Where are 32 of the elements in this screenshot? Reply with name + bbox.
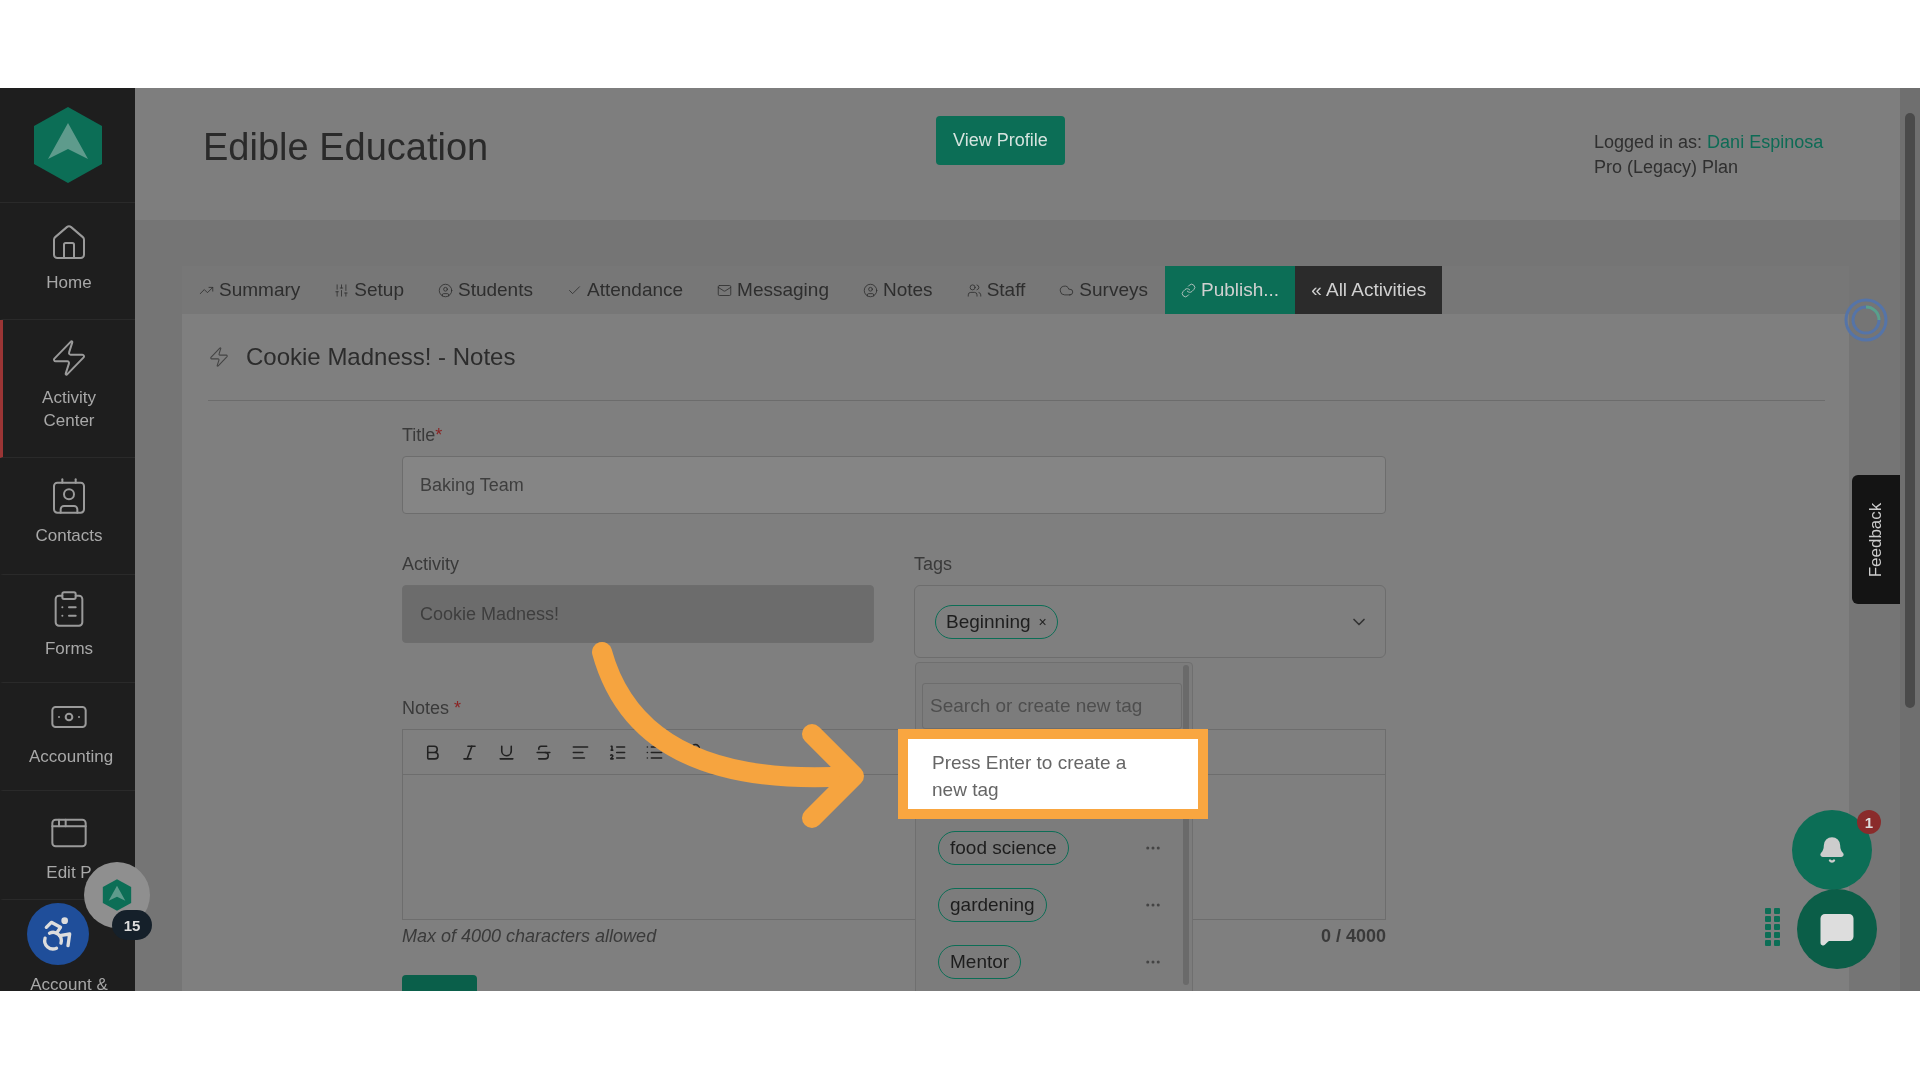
login-info: Logged in as: Dani Espinosa Pro (Legacy) Plan (1594, 131, 1825, 179)
title-field[interactable]: Baking Team (402, 456, 1386, 514)
tab[interactable]: Publish... (1165, 266, 1296, 314)
sidebar-item[interactable]: Activity Center (0, 320, 135, 458)
field-label: Tags (914, 554, 953, 575)
tag-option[interactable]: gardening (938, 887, 1047, 922)
field-label: Activity (402, 554, 459, 575)
tab[interactable]: Setup (317, 266, 421, 314)
sidebar-item[interactable]: Contacts (0, 458, 135, 575)
tab[interactable]: Staff (949, 266, 1043, 314)
sidebar-item[interactable]: Home (0, 203, 135, 320)
limit-text: Max of 4000 characters allowed (402, 926, 657, 947)
sidebar-item[interactable]: Forms (0, 575, 135, 683)
field-label: Title* (402, 425, 443, 446)
view-profile-button[interactable]: View Profile (936, 116, 1065, 165)
sidebar-item[interactable]: Accounting (0, 683, 135, 791)
helper-badge: 15 (112, 910, 152, 940)
feedback-tab[interactable]: Feedback (1852, 475, 1900, 604)
char-counter: 0 / 4000 (1320, 926, 1386, 947)
create-tag-hint[interactable]: Press Enter to create a new tag (898, 729, 1208, 819)
field-label: Notes * (402, 698, 462, 719)
notification-badge: 1 (1857, 810, 1881, 834)
tab[interactable]: Students (420, 266, 550, 314)
tab[interactable]: Summary (182, 266, 318, 314)
tab[interactable]: « All Activities (1295, 266, 1443, 314)
section-heading: Cookie Madness! - Notes (246, 343, 516, 371)
tab[interactable]: Surveys (1042, 266, 1165, 314)
tab[interactable]: Messaging (700, 266, 846, 314)
tab[interactable]: Notes (846, 266, 950, 314)
tags-field[interactable]: Beginning × (914, 585, 1386, 658)
page-title: Edible Education (203, 126, 490, 169)
tab[interactable]: Attendance (549, 266, 701, 314)
